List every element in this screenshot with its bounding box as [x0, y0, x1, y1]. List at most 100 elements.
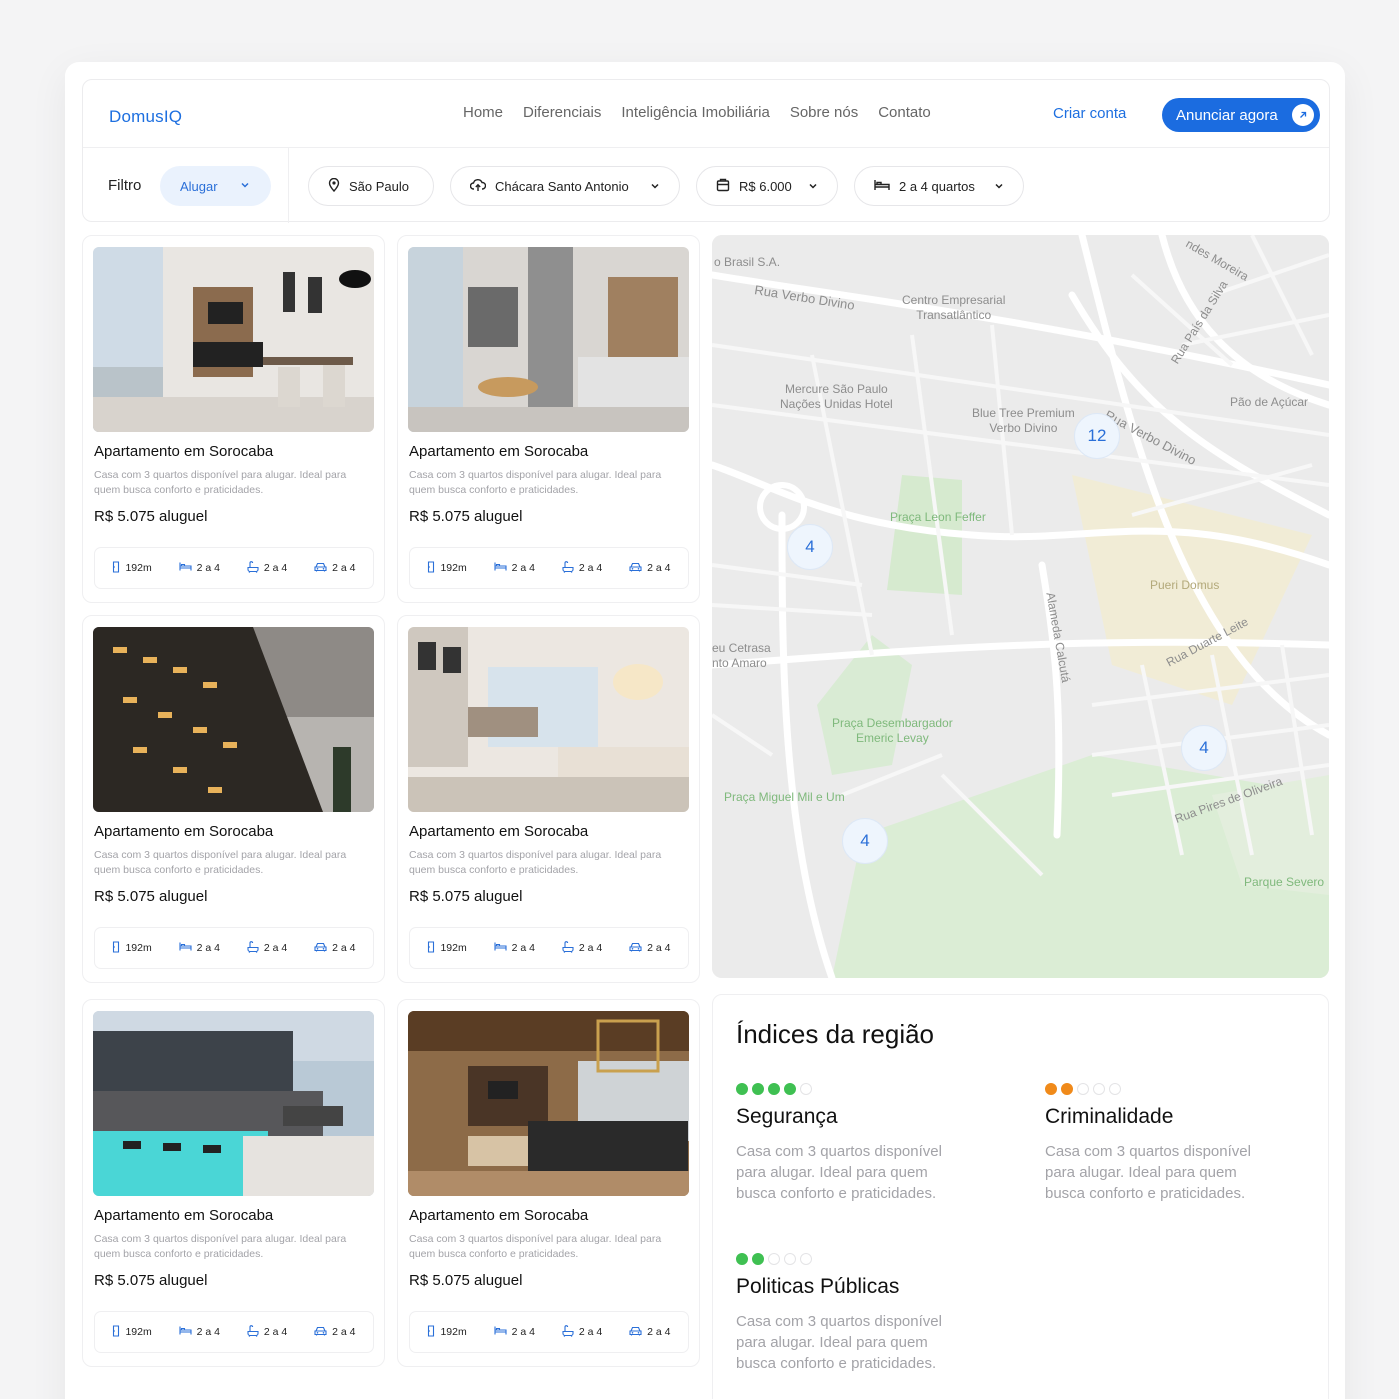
spec-area-value: 192m [440, 942, 467, 954]
rating-dot [752, 1253, 764, 1265]
spec-parking-value: 2 a 4 [647, 1326, 671, 1338]
listing-title[interactable]: Apartamento em Sorocaba [94, 443, 273, 460]
signup-link[interactable]: Criar conta [1053, 105, 1126, 122]
car-icon [629, 1326, 642, 1339]
divider [288, 148, 289, 223]
listing-title[interactable]: Apartamento em Sorocaba [409, 443, 588, 460]
rating-dot [768, 1253, 780, 1265]
spec-bathrooms: 2 a 4 [247, 560, 288, 576]
listing-title[interactable]: Apartamento em Sorocaba [94, 1207, 273, 1224]
map-cluster[interactable]: 4 [787, 524, 833, 570]
map-cluster[interactable]: 12 [1074, 413, 1120, 459]
spec-parking-value: 2 a 4 [647, 562, 671, 574]
listing-photo[interactable] [93, 247, 374, 432]
bed-icon [494, 1326, 507, 1338]
cloud-upload-icon [469, 178, 487, 195]
map-label: Praça Desembargador Emeric Levay [832, 716, 953, 745]
car-icon [629, 942, 642, 955]
rating-dot [1093, 1083, 1105, 1095]
mode-select[interactable]: Alugar [160, 166, 271, 206]
bathtub-icon [562, 560, 574, 576]
map-cluster[interactable]: 4 [1181, 725, 1227, 771]
spec-bedrooms-value: 2 a 4 [511, 1326, 535, 1338]
chevron-down-icon [807, 180, 819, 195]
spec-bathrooms-value: 2 a 4 [578, 562, 603, 574]
price-filter[interactable]: R$ 6.000 [696, 166, 838, 206]
spec-parking: 2 a 4 [314, 562, 356, 575]
listing-specs: 192m 2 a 4 2 a 4 2 a 4 [409, 547, 689, 589]
nav-diferenciais[interactable]: Diferenciais [523, 104, 601, 121]
city-filter[interactable]: São Paulo [308, 166, 434, 206]
listing-price: R$ 5.075 aluguel [94, 888, 208, 905]
listing-photo[interactable] [408, 247, 689, 432]
neighborhood-filter[interactable]: Chácara Santo Antonio [450, 166, 680, 206]
listing-title[interactable]: Apartamento em Sorocaba [94, 823, 273, 840]
listing-card[interactable]: Apartamento em Sorocaba Casa com 3 quart… [82, 999, 385, 1367]
listing-card[interactable]: Apartamento em Sorocaba Casa com 3 quart… [397, 615, 700, 983]
listing-card[interactable]: Apartamento em Sorocaba Casa com 3 quart… [397, 999, 700, 1367]
spec-bedrooms: 2 a 4 [494, 562, 535, 574]
rooms-filter[interactable]: 2 a 4 quartos [854, 166, 1024, 206]
spec-bedrooms: 2 a 4 [494, 1326, 535, 1338]
ruler-icon [427, 1324, 435, 1340]
bed-icon [179, 562, 192, 574]
city-value: São Paulo [349, 178, 409, 194]
listing-photo[interactable] [408, 1011, 689, 1196]
spec-area-value: 192m [125, 942, 152, 954]
rating-dot [800, 1083, 812, 1095]
map-label: Parque Severo [1244, 875, 1325, 889]
rooms-value: 2 a 4 quartos [899, 178, 975, 194]
nav-home[interactable]: Home [463, 104, 503, 121]
spec-parking: 2 a 4 [629, 562, 671, 575]
listing-photo[interactable] [93, 1011, 374, 1196]
listing-specs: 192m 2 a 4 2 a 4 2 a 4 [409, 1311, 689, 1353]
rating-dot [1109, 1083, 1121, 1095]
index-item: Segurança Casa com 3 quartos disponível … [736, 1083, 976, 1204]
spec-bathrooms-value: 2 a 4 [263, 562, 288, 574]
listing-description: Casa com 3 quartos disponível para aluga… [94, 1233, 347, 1260]
ruler-icon [427, 560, 435, 576]
car-icon [629, 562, 642, 575]
listing-photo[interactable] [408, 627, 689, 812]
spec-parking-value: 2 a 4 [332, 562, 356, 574]
filter-bar: Filtro Alugar São Paulo Chácara Santo An… [83, 148, 1329, 223]
map-label: o Brasil S.A. [714, 255, 781, 269]
map-label: eu Cetrasa nto Amaro [712, 641, 771, 670]
listing-description: Casa com 3 quartos disponível para aluga… [409, 849, 662, 876]
listing-photo[interactable] [93, 627, 374, 812]
nav-sobre[interactable]: Sobre nós [790, 104, 858, 121]
ruler-icon [112, 560, 120, 576]
brand-logo[interactable]: DomusIQ [109, 107, 182, 127]
spec-area: 192m [427, 940, 467, 956]
listing-price: R$ 5.075 aluguel [409, 1272, 523, 1289]
listing-card[interactable]: Apartamento em Sorocaba Casa com 3 quart… [82, 615, 385, 983]
map-view[interactable]: o Brasil S.A. Rua Verbo Divino Centro Em… [712, 235, 1329, 978]
listing-title[interactable]: Apartamento em Sorocaba [409, 823, 588, 840]
rating-dot [736, 1083, 748, 1095]
listing-card[interactable]: Apartamento em Sorocaba Casa com 3 quart… [82, 235, 385, 603]
bed-icon [179, 942, 192, 954]
map-label: Pueri Domus [1150, 578, 1220, 592]
nav-inteligencia[interactable]: Inteligência Imobiliária [621, 104, 769, 121]
rating-dot [800, 1253, 812, 1265]
bed-icon [874, 179, 890, 194]
advertise-button[interactable]: Anunciar agora [1162, 98, 1320, 132]
spec-bedrooms-value: 2 a 4 [196, 562, 220, 574]
map-cluster[interactable]: 4 [842, 818, 888, 864]
nav-contato[interactable]: Contato [878, 104, 931, 121]
index-name: Politicas Públicas [736, 1275, 900, 1298]
neighborhood-value: Chácara Santo Antonio [495, 178, 629, 194]
listing-specs: 192m 2 a 4 2 a 4 2 a 4 [94, 1311, 374, 1353]
mode-value: Alugar [180, 178, 218, 194]
index-item: Politicas Públicas Casa com 3 quartos di… [736, 1253, 976, 1374]
rating-dot [784, 1253, 796, 1265]
spec-area-value: 192m [125, 1326, 152, 1338]
spec-bathrooms: 2 a 4 [247, 1324, 287, 1340]
spec-bathrooms-value: 2 a 4 [578, 1326, 603, 1338]
listing-description: Casa com 3 quartos disponível para aluga… [94, 849, 347, 876]
rating-dot [752, 1083, 764, 1095]
rating-dot [768, 1083, 780, 1095]
listing-title[interactable]: Apartamento em Sorocaba [409, 1207, 588, 1224]
spec-bedrooms-value: 2 a 4 [511, 942, 535, 954]
listing-card[interactable]: Apartamento em Sorocaba Casa com 3 quart… [397, 235, 700, 603]
